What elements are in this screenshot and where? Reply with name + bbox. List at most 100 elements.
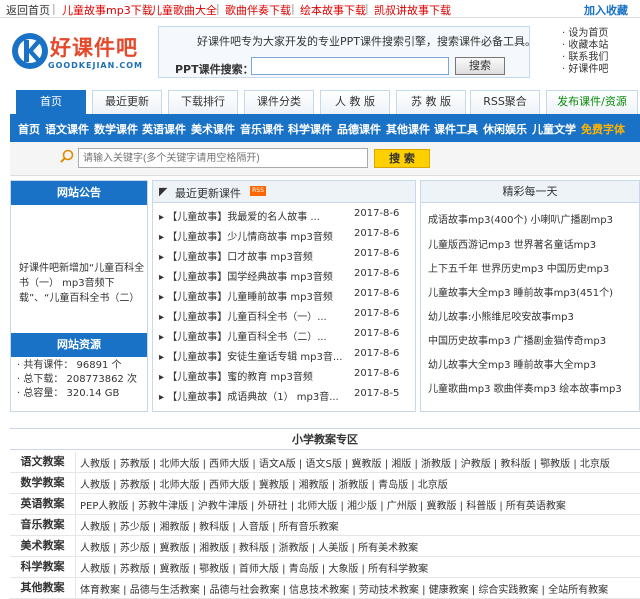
row-label[interactable]: 其他教案	[10, 578, 76, 598]
logo-name: 好课件吧	[50, 36, 138, 60]
tab-home[interactable]: 首页	[16, 90, 86, 114]
row-label[interactable]: 英语教案	[10, 494, 76, 514]
search-icon	[60, 149, 74, 163]
back-home-link[interactable]: 返回首页	[6, 2, 50, 18]
total-capacity: · 总容量： 320.14 GB	[17, 388, 120, 399]
left-panel: 网站公告 好课件吧新增加“儿童百科全书（一） mp3音频下载”、“儿童百科全书（…	[10, 180, 148, 412]
top-link[interactable]: 儿童故事mp3下载	[62, 2, 153, 18]
daily-item[interactable]: 儿童歌曲mp3 歌曲伴奏mp3 绘本故事mp3	[428, 380, 622, 395]
latest-item[interactable]: ▸ 【儿童故事】儿童百科全书（一）... 2017-8-6	[159, 308, 399, 323]
nav-item[interactable]: 品德课件	[337, 121, 381, 137]
row-links[interactable]: 人教版 | 苏教版 | 北师大版 | 西师大版 | 语文A版 | 语文S版 | …	[80, 455, 610, 470]
set-homepage-link[interactable]: · 设为首页	[562, 28, 640, 40]
nav-item[interactable]: 休闲娱乐	[483, 121, 527, 137]
nav-item[interactable]: 儿童文学	[532, 121, 576, 137]
row-links[interactable]: PEP人教版 | 苏教牛津版 | 沪教牛津版 | 外研社 | 北师大版 | 湘少…	[80, 497, 566, 512]
table-row: 语文教案 人教版 | 苏教版 | 北师大版 | 西师大版 | 语文A版 | 语文…	[10, 452, 640, 473]
daily-title: 精彩每一天	[421, 181, 639, 203]
daily-panel: 精彩每一天 成语故事mp3(400个) 小喇叭广播剧mp3 儿童版西游记mp3 …	[420, 180, 640, 412]
row-label[interactable]: 音乐教案	[10, 515, 76, 535]
nav-item[interactable]: 其他课件	[386, 121, 430, 137]
divider: |	[142, 2, 146, 15]
nav-item[interactable]: 语文课件	[45, 121, 89, 137]
top-bar: 返回首页 | 儿童故事mp3下载 | 儿童歌曲大全 | 歌曲伴奏下载 | 绘本故…	[0, 0, 640, 18]
notice-text[interactable]: 好课件吧新增加“儿童百科全书（一） mp3音频下载”、“儿童百科全书（二）	[19, 261, 145, 306]
latest-item[interactable]: ▸ 【儿童故事】我最爱的名人故事 ... 2017-8-6	[159, 208, 399, 223]
top-link[interactable]: 歌曲伴奏下载	[225, 2, 291, 18]
latest-title: 最近更新课件	[175, 187, 241, 200]
site-logo[interactable]: 好课件吧 GOODKEJIAN.COM	[10, 28, 150, 78]
contact-link[interactable]: · 联系我们	[562, 52, 640, 64]
table-row: 英语教案 PEP人教版 | 苏教牛津版 | 沪教牛津版 | 外研社 | 北师大版…	[10, 494, 640, 515]
table-row: 数学教案 人教版 | 苏教版 | 北师大版 | 西师大版 | 冀教版 | 湘教版…	[10, 473, 640, 494]
row-label[interactable]: 数学教案	[10, 473, 76, 493]
total-courseware: · 共有课件： 96891 个	[17, 360, 122, 371]
ppt-search-panel: 好课件吧专为大家开发的专业PPT课件搜索引擎，搜索课件必备工具。 PPT课件搜索…	[158, 26, 536, 78]
search-description: 好课件吧专为大家开发的专业PPT课件搜索引擎，搜索课件必备工具。	[197, 35, 536, 48]
table-row: 美术教案 人教版 | 苏少版 | 冀教版 | 湘教版 | 教科版 | 浙教版 |…	[10, 536, 640, 557]
nav-item[interactable]: 英语课件	[142, 121, 186, 137]
row-label[interactable]: 美术教案	[10, 536, 76, 556]
ppt-search-button[interactable]: 搜索	[455, 57, 505, 75]
daily-item[interactable]: 幼儿故事:小熊维尼咬安故事mp3	[428, 308, 574, 323]
nav-item[interactable]: 音乐课件	[240, 121, 284, 137]
resources-list: · 共有课件： 96891 个 · 总下载： 208773862 次 · 总容量…	[17, 359, 137, 401]
primary-section-title: 小学教案专区	[10, 428, 640, 450]
daily-item[interactable]: 儿童故事大全mp3 睡前故事mp3(451个)	[428, 284, 613, 299]
resources-title: 网站资源	[11, 333, 147, 357]
daily-item[interactable]: 中国历史故事mp3 广播剧金猫传奇mp3	[428, 332, 606, 347]
nav-item[interactable]: 课件工具	[434, 121, 478, 137]
latest-item[interactable]: ▸ 【儿童故事】儿童睡前故事 mp3音频 2017-8-6	[159, 288, 399, 303]
top-link[interactable]: 绘本故事下载	[300, 2, 366, 18]
row-links[interactable]: 体育教案 | 品德与生活教案 | 品德与社会教案 | 信息技术教案 | 劳动技术…	[80, 581, 608, 596]
nav-item[interactable]: 科学课件	[288, 121, 332, 137]
row-links[interactable]: 人教版 | 苏教版 | 冀教版 | 鄂教版 | 首师大版 | 青岛版 | 大象版…	[80, 560, 428, 575]
row-links[interactable]: 人教版 | 苏少版 | 冀教版 | 湘教版 | 教科版 | 浙教版 | 人美版 …	[80, 539, 418, 554]
daily-item[interactable]: 上下五千年 世界历史mp3 中国历史mp3	[428, 260, 609, 275]
tab-category[interactable]: 课件分类	[244, 90, 314, 114]
nav-item-hot[interactable]: 免费字体	[581, 121, 625, 137]
daily-item[interactable]: 成语故事mp3(400个) 小喇叭广播剧mp3	[428, 211, 613, 226]
latest-item[interactable]: ▸ 【儿童故事】儿童百科全书（二）... 2017-8-6	[159, 328, 399, 343]
ppt-search-input[interactable]	[251, 57, 449, 75]
nav-item[interactable]: 首页	[18, 121, 40, 137]
nav-item[interactable]: 数学课件	[94, 121, 138, 137]
tab-latest[interactable]: 最近更新	[92, 90, 162, 114]
daily-item[interactable]: 幼儿故事大全mp3 睡前故事大全mp3	[428, 356, 596, 371]
divider: |	[365, 2, 369, 15]
top-link[interactable]: 儿童歌曲大全	[151, 2, 217, 18]
divider: |	[216, 2, 220, 15]
total-downloads: · 总下载： 208773862 次	[17, 374, 137, 385]
tab-sujiao[interactable]: 苏 教 版	[396, 90, 466, 114]
site-name-link[interactable]: · 好课件吧	[562, 64, 640, 76]
add-favorite-link[interactable]: 加入收藏	[584, 2, 628, 18]
table-row: 其他教案 体育教案 | 品德与生活教案 | 品德与社会教案 | 信息技术教案 |…	[10, 578, 640, 599]
latest-item[interactable]: ▸ 【儿童故事】国学经典故事 mp3音频 2017-8-6	[159, 268, 399, 283]
latest-item[interactable]: ▸ 【儿童故事】安徒生童话专辑 mp3音... 2017-8-6	[159, 348, 399, 363]
tab-rss[interactable]: RSS聚合	[470, 90, 540, 114]
daily-item[interactable]: 儿童版西游记mp3 世界著名童话mp3	[428, 236, 596, 251]
latest-item[interactable]: ▸ 【儿童故事】蜜的教育 mp3音频 2017-8-6	[159, 368, 399, 383]
row-label[interactable]: 语文教案	[10, 452, 76, 472]
bookmark-link[interactable]: · 收藏本站	[562, 40, 640, 52]
row-links[interactable]: 人教版 | 苏少版 | 湘教版 | 教科版 | 人音版 | 所有音乐教案	[80, 518, 339, 533]
latest-header: ◤ 最近更新课件 RSS	[153, 181, 415, 203]
keyword-search-input[interactable]	[78, 148, 368, 168]
nav-item[interactable]: 美术课件	[191, 121, 235, 137]
tab-ranking[interactable]: 下载排行	[168, 90, 238, 114]
tab-pep[interactable]: 人 教 版	[320, 90, 390, 114]
keyword-search-button[interactable]: 搜 索	[374, 149, 430, 168]
latest-item[interactable]: ▸ 【儿童故事】少儿情商故事 mp3音频 2017-8-6	[159, 228, 399, 243]
table-row: 科学教案 人教版 | 苏教版 | 冀教版 | 鄂教版 | 首师大版 | 青岛版 …	[10, 557, 640, 578]
latest-item[interactable]: ▸ 【儿童故事】成语典故（1） mp3音... 2017-8-5	[159, 388, 399, 403]
tab-publish[interactable]: 发布课件/资源	[546, 90, 638, 114]
latest-panel: ◤ 最近更新课件 RSS ▸ 【儿童故事】我最爱的名人故事 ... 2017-8-…	[152, 180, 416, 412]
top-link[interactable]: 凯叔讲故事下载	[374, 2, 451, 18]
row-links[interactable]: 人教版 | 苏教版 | 北师大版 | 西师大版 | 冀教版 | 湘教版 | 浙教…	[80, 476, 448, 491]
row-label[interactable]: 科学教案	[10, 557, 76, 577]
notice-title: 网站公告	[11, 181, 147, 205]
latest-item[interactable]: ▸ 【儿童故事】口才故事 mp3音频 2017-8-6	[159, 248, 399, 263]
category-nav: 首页 语文课件 数学课件 英语课件 美术课件 音乐课件 科学课件 品德课件 其他…	[10, 114, 640, 142]
rss-icon[interactable]: RSS	[250, 186, 266, 196]
top-right-links: · 设为首页 · 收藏本站 · 联系我们 · 好课件吧	[562, 28, 640, 76]
